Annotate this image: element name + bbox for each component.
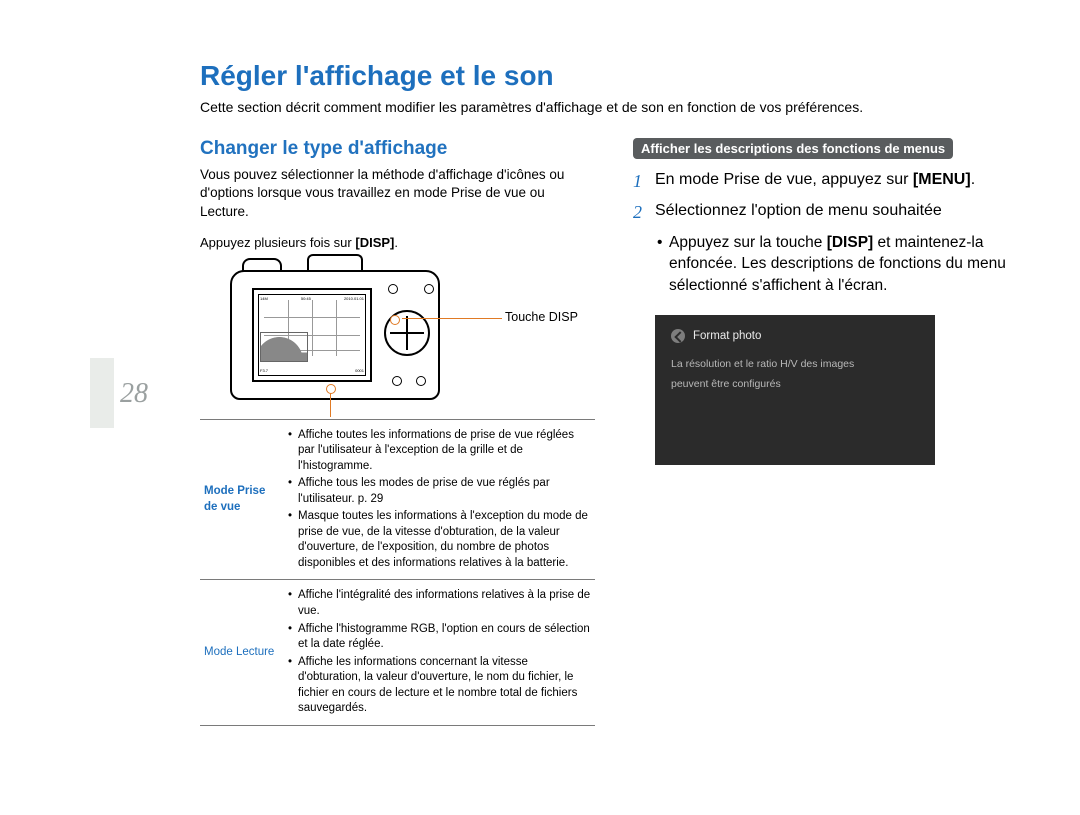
step-number: 1 (633, 169, 655, 194)
disp-key: [DISP] (827, 234, 874, 251)
mode-items-playback: Affiche l'intégralité des informations r… (282, 580, 595, 725)
section-heading: Changer le type d'affichage (200, 138, 595, 160)
list-item: Masque toutes les informations à l'excep… (286, 509, 591, 571)
main-description: Cette section décrit comment modifier le… (200, 98, 1010, 116)
camera-button-1 (388, 284, 398, 294)
table-row: Mode Lecture Affiche l'intégralité des i… (200, 580, 595, 725)
callout-down-line (330, 392, 331, 417)
press-key: [DISP] (355, 235, 394, 250)
press-suffix: . (394, 235, 398, 250)
list-item: Affiche tous les modes de prise de vue r… (286, 476, 591, 507)
camera-body: 14M 50:45 2010.01.01 F3.7 0001 (230, 260, 440, 400)
back-icon (671, 329, 685, 343)
mode-label-playback: Mode Lecture (200, 580, 282, 725)
lcd-counter: 0001 (355, 368, 364, 373)
press-instruction: Appuyez plusieurs fois sur [DISP]. (200, 235, 595, 250)
lcd-bottom-row: F3.7 0001 (260, 366, 364, 376)
section-pill-heading: Afficher les descriptions des fonctions … (633, 138, 953, 159)
right-column: Afficher les descriptions des fonctions … (633, 138, 1010, 725)
intro-paragraph: Vous pouvez sélectionner la méthode d'af… (200, 166, 595, 221)
main-title: Régler l'affichage et le son (200, 60, 1010, 92)
step-text: En mode Prise de vue, appuyez sur (655, 171, 913, 188)
callout-label: Touche DISP (505, 310, 578, 324)
step-1: 1 En mode Prise de vue, appuyez sur [MEN… (633, 169, 1010, 194)
display-modes-table: Mode Prise de vue Affiche toutes les inf… (200, 419, 595, 726)
left-column: Changer le type d'affichage Vous pouvez … (200, 138, 595, 725)
callout-leader-line (402, 318, 502, 319)
list-item: Affiche toutes les informations de prise… (286, 428, 591, 475)
two-column-layout: Changer le type d'affichage Vous pouvez … (200, 138, 1010, 725)
list-item: Affiche l'intégralité des informations r… (286, 588, 591, 619)
camera-diagram: 14M 50:45 2010.01.01 F3.7 0001 (200, 260, 595, 415)
mode-items-shooting: Affiche toutes les informations de prise… (282, 419, 595, 580)
camera-button-3 (392, 376, 402, 386)
page-container: Régler l'affichage et le son Cette secti… (0, 0, 1080, 766)
step-body: Sélectionnez l'option de menu souhaitée (655, 200, 1010, 225)
preview-line-1: La résolution et le ratio H/V des images (671, 355, 919, 375)
lcd-aperture: F3.7 (260, 368, 268, 373)
camera-lcd-screen: 14M 50:45 2010.01.01 F3.7 0001 (252, 288, 372, 382)
step-number: 2 (633, 200, 655, 225)
preview-title: Format photo (693, 330, 761, 342)
menu-key: [MENU] (913, 171, 971, 188)
menu-description-preview: Format photo La résolution et le ratio H… (655, 315, 935, 465)
table-row: Mode Prise de vue Affiche toutes les inf… (200, 419, 595, 580)
press-prefix: Appuyez plusieurs fois sur (200, 235, 355, 250)
step-suffix: . (971, 171, 975, 188)
list-item: Affiche l'histogramme RGB, l'option en c… (286, 622, 591, 653)
sub-prefix: Appuyez sur la touche (669, 234, 827, 251)
preview-text: La résolution et le ratio H/V des images… (671, 355, 919, 395)
mode-label-shooting: Mode Prise de vue (200, 419, 282, 580)
preview-line-2: peuvent être configurés (671, 375, 919, 395)
step-2: 2 Sélectionnez l'option de menu souhaité… (633, 200, 1010, 225)
page-number: 28 (120, 378, 148, 410)
lcd-histogram (260, 332, 308, 362)
list-item: Affiche les informations concernant la v… (286, 655, 591, 717)
sub-instruction: Appuyez sur la touche [DISP] et maintene… (633, 232, 1010, 297)
step-body: En mode Prise de vue, appuyez sur [MENU]… (655, 169, 1010, 194)
camera-button-2 (424, 284, 434, 294)
steps-list: 1 En mode Prise de vue, appuyez sur [MEN… (633, 169, 1010, 296)
camera-button-4 (416, 376, 426, 386)
preview-header: Format photo (671, 329, 919, 343)
